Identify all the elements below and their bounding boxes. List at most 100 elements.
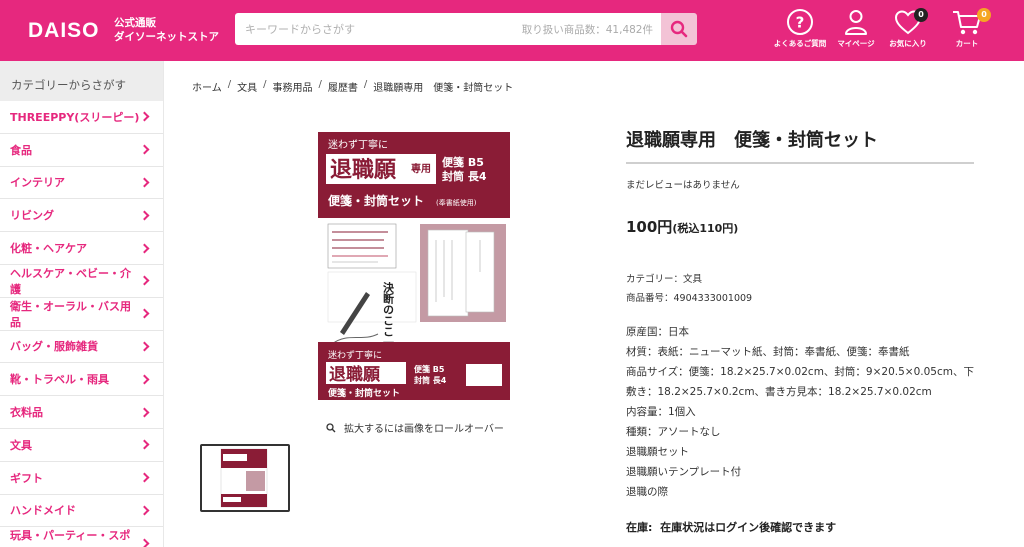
sidebar-item-cosmetics[interactable]: 化粧・ヘアケア — [0, 232, 163, 265]
package-size-2: 封筒 長4 — [442, 169, 487, 183]
breadcrumb: ホーム / 文具 / 事務用品 / 履歴書 / 退職願専用 便箋・封筒セット — [192, 79, 513, 94]
sidebar-item-label: 食品 — [10, 143, 32, 157]
sidebar-item-healthcare[interactable]: ヘルスケア・ベビー・介護 — [0, 265, 163, 298]
chevron-right-icon — [139, 243, 150, 254]
breadcrumb-separator: / — [318, 79, 322, 90]
sidebar-item-interior[interactable]: インテリア — [0, 167, 163, 200]
sidebar-item-bags[interactable]: バッグ・服飾雑貨 — [0, 331, 163, 364]
chevron-right-icon — [139, 275, 150, 286]
breadcrumb-stationery[interactable]: 文具 — [237, 79, 257, 94]
description-line: 原産国：日本 — [626, 326, 689, 338]
chevron-right-icon — [139, 308, 150, 319]
description-line: 退職願いテンプレート付 — [626, 466, 742, 478]
package-bottom-size-1: 便箋 B5 — [414, 364, 445, 374]
mypage-link[interactable]: マイページ — [826, 8, 886, 49]
chevron-right-icon — [139, 374, 150, 385]
favorites-label: お気に入り — [889, 39, 927, 48]
favorites-link[interactable]: お気に入り 0 — [878, 8, 938, 49]
title-divider — [626, 162, 974, 164]
chevron-right-icon — [139, 341, 150, 352]
sidebar-item-label: ギフト — [10, 471, 43, 485]
package-bottom-title: 退職願 — [329, 364, 381, 385]
price-value: 100円 — [626, 218, 673, 236]
breadcrumb-office-supplies[interactable]: 事務用品 — [272, 79, 312, 94]
description-line: 材質：表紙：ニューマット紙、封筒：奉書紙、便箋：奉書紙 — [626, 346, 910, 358]
product-description: 原産国：日本 材質：表紙：ニューマット紙、封筒：奉書紙、便箋：奉書紙 商品サイズ… — [626, 322, 976, 502]
package-size-1: 便箋 B5 — [442, 155, 484, 169]
sidebar-item-clothing[interactable]: 衣料品 — [0, 396, 163, 429]
logo-subtitle-line2: ダイソーネットストア — [114, 31, 219, 43]
sidebar-item-living[interactable]: リビング — [0, 199, 163, 233]
sidebar-item-label: 玩具・パーティー・スポー — [10, 529, 131, 547]
package-top-note: 迷わず丁寧に — [328, 138, 388, 151]
product-package-image: 迷わず丁寧に 退職願 専用 便箋 B5 封筒 長4 便箋・封筒セット (奉書紙使… — [318, 132, 510, 400]
product-title: 退職願専用 便箋・封筒セット — [626, 130, 878, 151]
chevron-right-icon — [139, 505, 150, 516]
chevron-right-icon — [139, 177, 150, 188]
svg-text:?: ? — [796, 14, 805, 32]
breadcrumb-current: 退職願専用 便箋・封筒セット — [373, 83, 514, 94]
cart-count-badge: 0 — [977, 8, 991, 22]
sidebar-item-shoes[interactable]: 靴・トラベル・雨具 — [0, 363, 163, 397]
sidebar-item-toys[interactable]: 玩具・パーティー・スポー — [0, 527, 163, 547]
category-sidebar: カテゴリーからさがす THREEPPY(スリーピー) 食品 インテリア リビング… — [0, 61, 164, 547]
package-tag: 専用 — [411, 162, 431, 175]
sidebar-item-label: バッグ・服飾雑貨 — [10, 340, 98, 354]
thumbnail-image — [202, 446, 288, 510]
description-line: 退職願セット — [626, 446, 689, 458]
mypage-label: マイページ — [837, 39, 875, 48]
sidebar-item-stationery[interactable]: 文具 — [0, 429, 163, 462]
chevron-right-icon — [139, 407, 150, 418]
description-line: 商品サイズ：便箋：18.2×25.7×0.02cm、封筒：9×20.5×0.05… — [626, 366, 974, 398]
search-box: 取り扱い商品数：41,482件 — [235, 13, 661, 45]
zoom-hint-text: 拡大するには画像をロールオーバー — [344, 424, 504, 435]
package-bottom-size-2: 封筒 長4 — [414, 375, 447, 385]
sidebar-item-label: 化粧・ヘアケア — [10, 242, 87, 256]
sidebar-heading: カテゴリーからさがす — [0, 61, 163, 101]
sidebar-item-label: 衛生・オーラル・バス用品 — [10, 299, 131, 329]
sidebar-item-gift[interactable]: ギフト — [0, 462, 163, 495]
chevron-right-icon — [139, 111, 150, 122]
sidebar-item-label: リビング — [10, 209, 54, 223]
sidebar-item-label: 衣料品 — [10, 406, 43, 420]
product-code: 商品番号：4904333001009 — [626, 293, 753, 304]
logo-subtitle[interactable]: 公式通販 ダイソーネットストア — [114, 16, 219, 44]
logo-subtitle-line1: 公式通販 — [114, 17, 156, 29]
breadcrumb-separator: / — [263, 79, 267, 90]
search-icon — [670, 20, 688, 38]
package-main-title: 退職願 — [330, 157, 397, 183]
site-header: DAISO 公式通販 ダイソーネットストア 取り扱い商品数：41,482件 ? … — [0, 0, 1024, 61]
review-status: まだレビューはありません — [626, 180, 740, 191]
chevron-right-icon — [139, 439, 150, 450]
cart-link[interactable]: カート 0 — [937, 8, 997, 49]
sidebar-item-threeppy[interactable]: THREEPPY(スリーピー) — [0, 101, 163, 134]
search-button[interactable] — [661, 13, 697, 45]
chevron-right-icon — [139, 472, 150, 483]
chevron-right-icon — [139, 210, 150, 221]
daiso-logo[interactable]: DAISO — [28, 19, 100, 43]
sidebar-item-label: インテリア — [10, 176, 65, 190]
faq-link[interactable]: ? よくあるご質問 — [770, 8, 830, 49]
sidebar-item-handmade[interactable]: ハンドメイド — [0, 495, 163, 528]
sidebar-item-food[interactable]: 食品 — [0, 134, 163, 167]
zoom-hint: 拡大するには画像をロールオーバー — [326, 420, 504, 435]
sidebar-item-hygiene[interactable]: 衛生・オーラル・バス用品 — [0, 298, 163, 331]
user-icon — [845, 10, 867, 35]
faq-label: よくあるご質問 — [773, 39, 827, 48]
breadcrumb-home[interactable]: ホーム — [192, 79, 222, 94]
sidebar-item-label: ヘルスケア・ベビー・介護 — [10, 266, 131, 296]
product-thumbnail[interactable] — [200, 444, 290, 512]
search-input[interactable] — [245, 13, 505, 45]
package-bottom-set: 便箋・封筒セット — [328, 387, 400, 399]
stock-value: 在庫状況はログイン後確認できます — [660, 521, 837, 534]
price-with-tax: (税込110円) — [672, 222, 739, 235]
description-line: 内容量：1個入 — [626, 406, 696, 418]
category-list: THREEPPY(スリーピー) 食品 インテリア リビング 化粧・ヘアケア ヘル… — [0, 101, 163, 547]
package-paper-note: (奉書紙使用) — [436, 198, 477, 207]
sidebar-item-label: 文具 — [10, 438, 32, 452]
product-category: カテゴリー：文具 — [626, 274, 703, 285]
breadcrumb-resume[interactable]: 履歴書 — [328, 79, 358, 94]
product-main-image[interactable]: 迷わず丁寧に 退職願 専用 便箋 B5 封筒 長4 便箋・封筒セット (奉書紙使… — [318, 132, 510, 400]
stock-status: 在庫: 在庫状況はログイン後確認できます — [626, 519, 836, 535]
package-set-label: 便箋・封筒セット — [328, 193, 424, 208]
